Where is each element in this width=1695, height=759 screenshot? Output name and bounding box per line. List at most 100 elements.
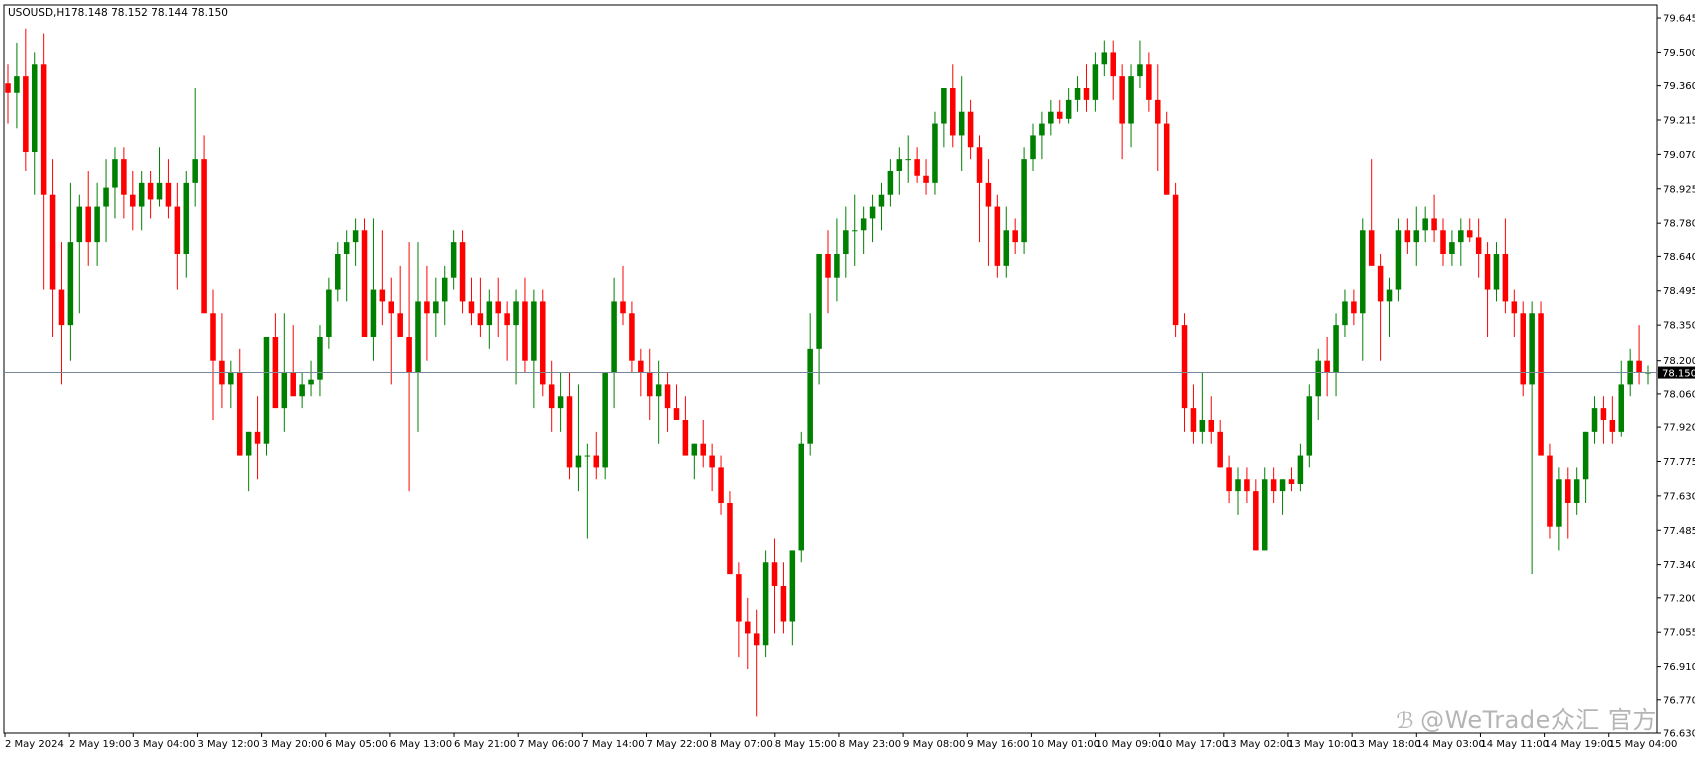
candle-body xyxy=(138,182,145,207)
candle-body xyxy=(1422,218,1428,231)
current-price-line: 78.150 xyxy=(4,366,1695,380)
candle-body xyxy=(1048,111,1054,124)
candle xyxy=(138,170,145,231)
candle xyxy=(753,609,760,717)
candle xyxy=(415,242,421,432)
candle xyxy=(290,325,296,397)
candle-body xyxy=(103,187,109,207)
candle xyxy=(834,218,840,302)
candle xyxy=(14,42,20,129)
y-tick-label: 77.630 xyxy=(1663,491,1695,502)
candle-body xyxy=(406,336,412,373)
candle xyxy=(655,360,662,444)
candle-body xyxy=(1440,230,1446,254)
wetrade-logo-icon: ℬ xyxy=(1396,709,1415,734)
candle-body xyxy=(1092,64,1099,100)
candle xyxy=(1422,206,1428,243)
candle-body xyxy=(1155,99,1161,124)
candle xyxy=(646,348,653,420)
candle xyxy=(762,550,769,658)
candle xyxy=(1297,443,1304,492)
candle-body xyxy=(192,159,198,183)
candle xyxy=(103,159,109,243)
x-tick-label: 10 May 17:00 xyxy=(1160,739,1229,750)
candle xyxy=(522,277,528,373)
y-tick-label: 77.485 xyxy=(1663,526,1695,537)
candle xyxy=(780,562,787,634)
candle-body xyxy=(1128,76,1134,124)
candle-body xyxy=(1636,360,1642,373)
candle xyxy=(923,159,929,195)
candle xyxy=(1413,206,1420,266)
chart-window[interactable]: USOUSD,H1 78.148 78.152 78.144 78.150 78… xyxy=(0,0,1695,759)
candle-body xyxy=(370,289,377,337)
candle-body xyxy=(1431,218,1437,231)
candle xyxy=(236,348,243,456)
candle-body xyxy=(326,289,332,337)
candle-body xyxy=(254,431,261,444)
candle-body xyxy=(1021,159,1027,243)
candle-body xyxy=(709,455,715,468)
candle-body xyxy=(228,372,234,385)
candle xyxy=(388,277,395,385)
candle-body xyxy=(1030,135,1036,160)
candle-body xyxy=(5,83,11,93)
candle-body xyxy=(1449,242,1455,254)
candle xyxy=(1324,336,1330,397)
candle xyxy=(1565,467,1571,539)
candle-body xyxy=(1039,123,1045,136)
candle-body xyxy=(495,301,501,314)
candle-body xyxy=(967,111,974,148)
candle xyxy=(593,431,600,480)
candle xyxy=(771,538,778,634)
candle xyxy=(58,242,65,385)
candle-body xyxy=(1458,230,1464,243)
x-tick-label: 8 May 15:00 xyxy=(775,739,837,750)
candle-body xyxy=(388,301,395,314)
candle xyxy=(76,194,83,314)
candle-body xyxy=(31,64,38,153)
candle-body xyxy=(869,206,876,219)
candle xyxy=(745,597,751,669)
candle xyxy=(1386,277,1393,337)
candle-body xyxy=(1119,76,1125,124)
candle-body xyxy=(950,87,956,136)
candle-body xyxy=(335,253,341,290)
candle-body xyxy=(745,621,751,634)
candle xyxy=(85,170,91,266)
candle-body xyxy=(236,372,243,456)
candle xyxy=(1270,467,1277,503)
candle-body xyxy=(575,455,582,468)
candle xyxy=(450,230,457,290)
candle xyxy=(1119,64,1125,160)
candle-body xyxy=(1163,123,1170,195)
time-axis[interactable]: 2 May 2024 2 May 19:00 3 May 04:00 3 May 12… xyxy=(4,733,1677,750)
candle-body xyxy=(1074,87,1081,100)
candle-body xyxy=(130,194,136,207)
y-tick-label: 78.200 xyxy=(1663,356,1695,367)
candle-body xyxy=(174,206,181,254)
candle-body xyxy=(1351,301,1357,314)
candle xyxy=(985,159,992,266)
candle xyxy=(1636,325,1642,385)
candle xyxy=(905,135,911,183)
y-tick-label: 78.060 xyxy=(1663,389,1695,400)
candle xyxy=(682,396,689,456)
candle xyxy=(1440,218,1446,266)
candlestick-chart[interactable]: USOUSD,H1 78.148 78.152 78.144 78.150 78… xyxy=(0,0,1695,759)
candle-body xyxy=(540,301,546,385)
candle xyxy=(1404,218,1411,254)
candle xyxy=(397,265,403,337)
x-tick-label: 14 May 03:00 xyxy=(1416,739,1485,750)
x-tick-label: 9 May 08:00 xyxy=(903,739,965,750)
y-tick-label: 78.925 xyxy=(1663,184,1695,195)
candle xyxy=(1261,467,1268,551)
candle-body xyxy=(1288,479,1295,485)
candle-body xyxy=(441,277,448,302)
candle xyxy=(1199,372,1206,444)
candle-body xyxy=(1618,384,1625,432)
candle xyxy=(317,325,323,397)
candle-body xyxy=(753,633,760,646)
candle xyxy=(1163,111,1170,195)
candle-body xyxy=(780,585,787,622)
